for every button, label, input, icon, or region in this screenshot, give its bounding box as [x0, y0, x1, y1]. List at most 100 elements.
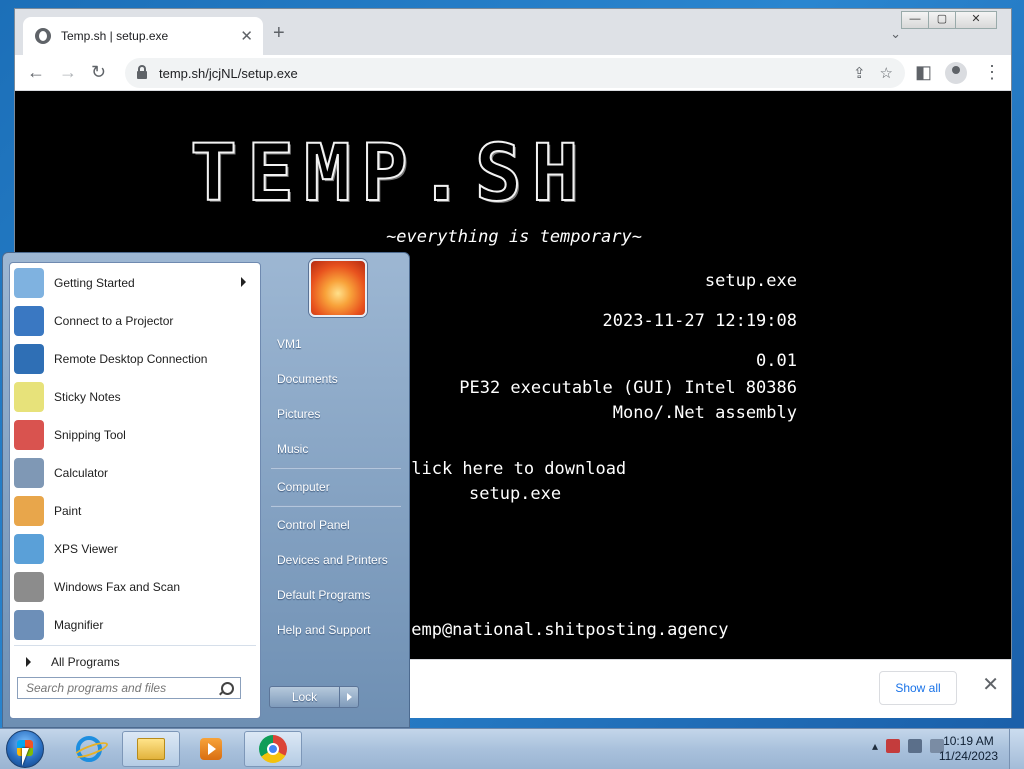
internet-explorer-icon: [76, 736, 102, 762]
xps-viewer-icon: [14, 534, 44, 564]
getting-started-icon: [14, 268, 44, 298]
program-magnifier[interactable]: Magnifier: [14, 607, 256, 643]
program-label: Magnifier: [54, 618, 104, 632]
reload-icon[interactable]: ↻: [91, 61, 106, 83]
contact-email[interactable]: temp@national.shitposting.agency: [401, 620, 729, 640]
program-getting-started[interactable]: Getting Started: [14, 265, 256, 301]
program-paint[interactable]: Paint: [14, 493, 256, 529]
media-player-icon: [200, 738, 222, 760]
start-pictures[interactable]: Pictures: [277, 407, 320, 421]
mouse-cursor-icon: [22, 748, 29, 766]
globe-icon: [35, 28, 51, 44]
start-documents[interactable]: Documents: [277, 372, 338, 386]
action-center-flag-icon[interactable]: [886, 739, 900, 753]
start-vm1[interactable]: VM1: [277, 337, 302, 351]
folder-icon: [137, 738, 165, 760]
search-icon[interactable]: [221, 681, 234, 695]
show-desktop-button[interactable]: [1009, 729, 1024, 769]
user-picture[interactable]: [309, 259, 367, 317]
show-hidden-icons-arrow[interactable]: ▴: [872, 739, 878, 753]
projector-icon: [14, 306, 44, 336]
program-xps-viewer[interactable]: XPS Viewer: [14, 531, 256, 567]
shutdown-options-arrow-icon[interactable]: [340, 693, 358, 701]
start-computer[interactable]: Computer: [277, 480, 330, 494]
menu-dots-icon[interactable]: ⋮: [983, 61, 1001, 83]
temp-sh-logo: TEMP.SH: [189, 128, 589, 220]
tab-strip: Temp.sh | setup.exe ✕ + ⌄ — ▢ ✕: [15, 9, 1011, 55]
show-all-button[interactable]: Show all: [879, 671, 957, 705]
start-menu-programs-pane: Getting Started Connect to a Projector R…: [9, 262, 261, 719]
window-close-button[interactable]: ✕: [955, 11, 997, 29]
program-label: Paint: [54, 504, 82, 518]
tab-temp-sh[interactable]: Temp.sh | setup.exe ✕: [23, 17, 263, 55]
program-label: Windows Fax and Scan: [54, 580, 181, 594]
fax-scan-icon: [14, 572, 44, 602]
lock-button[interactable]: Lock: [269, 686, 359, 708]
clock[interactable]: 10:19 AM 11/24/2023: [939, 734, 998, 764]
bookmark-star-icon[interactable]: ☆: [880, 64, 893, 82]
file-type-line2: Mono/.Net assembly: [612, 403, 797, 423]
calculator-icon: [14, 458, 44, 488]
taskbar-media-player[interactable]: [182, 731, 240, 767]
lock-label: Lock: [270, 687, 340, 707]
all-programs-label: All Programs: [51, 655, 120, 669]
taskbar-windows-explorer[interactable]: [122, 731, 180, 767]
start-music[interactable]: Music: [277, 442, 308, 456]
start-control-panel[interactable]: Control Panel: [277, 518, 350, 532]
remote-desktop-icon: [14, 344, 44, 374]
file-size: 0.01: [756, 351, 797, 371]
minimize-button[interactable]: —: [901, 11, 929, 29]
network-icon[interactable]: [908, 739, 922, 753]
magnifier-icon: [14, 610, 44, 640]
paint-icon: [14, 496, 44, 526]
start-menu: Getting Started Connect to a Projector R…: [2, 252, 410, 728]
program-label: Snipping Tool: [54, 428, 126, 442]
program-connect-projector[interactable]: Connect to a Projector: [14, 303, 256, 339]
download-link[interactable]: Click here to download: [401, 459, 626, 479]
tagline: ~everything is temporary~: [386, 227, 642, 247]
start-help-support[interactable]: Help and Support: [277, 623, 370, 637]
address-bar[interactable]: temp.sh/jcjNL/setup.exe ⇪ ☆: [125, 58, 905, 88]
profile-avatar-icon[interactable]: [945, 62, 967, 84]
file-type-line1: PE32 executable (GUI) Intel 80386: [459, 378, 797, 398]
tab-close-icon[interactable]: ✕: [240, 27, 253, 45]
share-icon[interactable]: ⇪: [853, 64, 866, 82]
divider: [14, 645, 256, 646]
taskbar: ▴ 10:19 AM 11/24/2023: [0, 728, 1024, 769]
back-arrow-icon[interactable]: ←: [27, 61, 45, 83]
system-tray: ▴: [864, 739, 944, 753]
start-default-programs[interactable]: Default Programs: [277, 588, 370, 602]
expand-arrow-icon: [26, 657, 31, 667]
chrome-icon: [259, 735, 287, 763]
taskbar-internet-explorer[interactable]: [60, 731, 118, 767]
program-label: XPS Viewer: [54, 542, 118, 556]
submenu-arrow-icon[interactable]: [241, 277, 246, 287]
program-sticky-notes[interactable]: Sticky Notes: [14, 379, 256, 415]
side-panel-icon[interactable]: ◧: [915, 61, 932, 83]
program-calculator[interactable]: Calculator: [14, 455, 256, 491]
sticky-notes-icon: [14, 382, 44, 412]
forward-arrow-icon[interactable]: →: [59, 61, 77, 83]
maximize-button[interactable]: ▢: [928, 11, 956, 29]
start-devices-printers[interactable]: Devices and Printers: [277, 553, 388, 567]
divider: [271, 467, 401, 469]
program-remote-desktop[interactable]: Remote Desktop Connection: [14, 341, 256, 377]
program-snipping-tool[interactable]: Snipping Tool: [14, 417, 256, 453]
search-input[interactable]: [24, 680, 221, 696]
all-programs-button[interactable]: All Programs: [14, 651, 256, 673]
program-label: Connect to a Projector: [54, 314, 174, 328]
program-label: Remote Desktop Connection: [54, 352, 208, 366]
window-controls: — ▢ ✕: [901, 11, 997, 29]
program-label: Getting Started: [54, 276, 135, 290]
download-bar-close-icon[interactable]: ✕: [982, 674, 999, 696]
taskbar-chrome[interactable]: [244, 731, 302, 767]
lock-icon[interactable]: [137, 65, 147, 79]
file-date: 2023-11-27 12:19:08: [602, 311, 797, 331]
download-link-filename[interactable]: setup.exe: [469, 484, 561, 504]
tab-search-chevron-icon[interactable]: ⌄: [890, 26, 901, 42]
url-text[interactable]: temp.sh/jcjNL/setup.exe: [159, 66, 839, 81]
new-tab-button[interactable]: +: [273, 23, 285, 43]
program-fax-scan[interactable]: Windows Fax and Scan: [14, 569, 256, 605]
start-search-box[interactable]: [17, 677, 241, 699]
file-name: setup.exe: [704, 271, 797, 291]
